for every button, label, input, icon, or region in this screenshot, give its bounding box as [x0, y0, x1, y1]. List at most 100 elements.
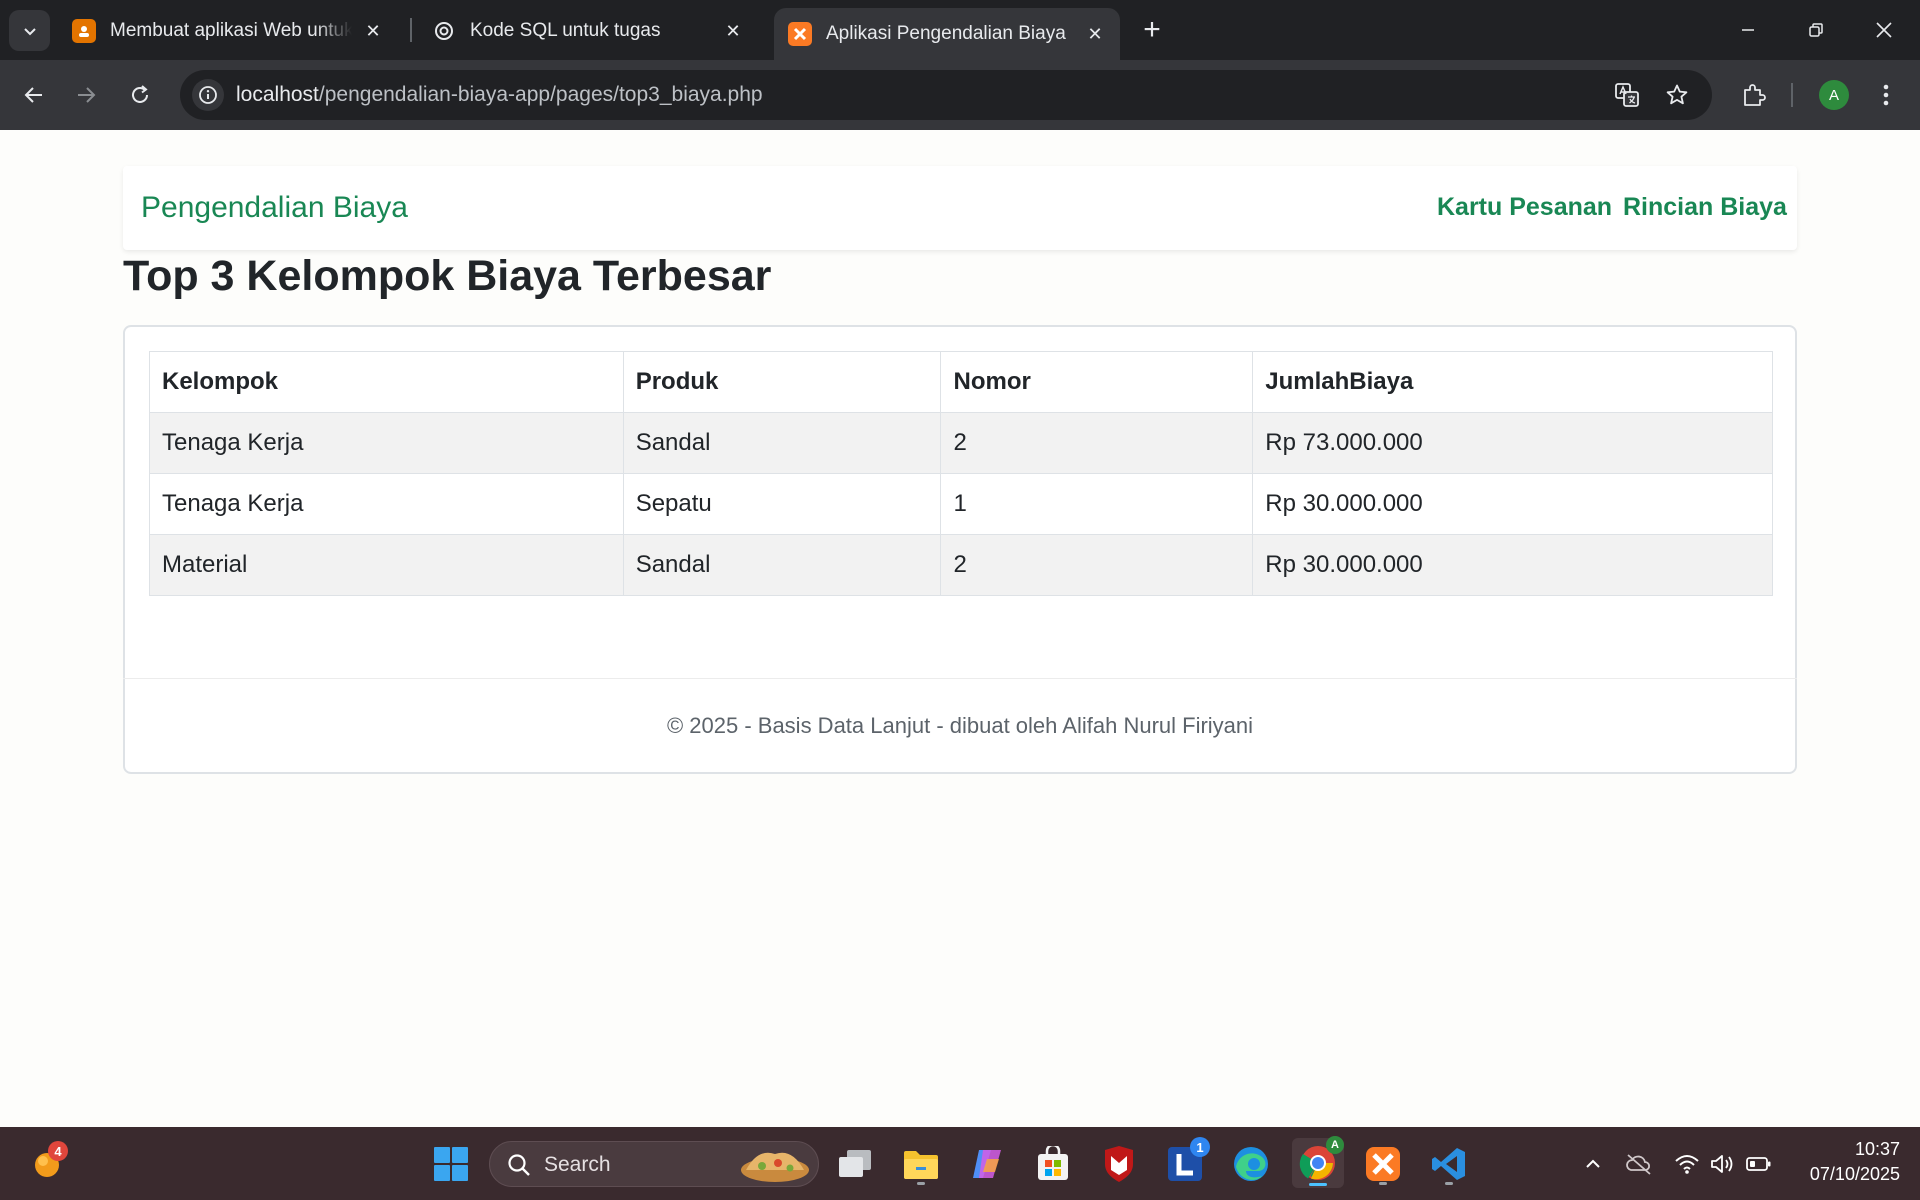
- close-window-button[interactable]: [1850, 0, 1918, 60]
- tab-membuat-aplikasi[interactable]: Membuat aplikasi Web untuk P ✕: [58, 8, 398, 54]
- lumi-badge: 1: [1190, 1137, 1210, 1157]
- tab-search-button[interactable]: [9, 10, 50, 51]
- cell-produk: Sandal: [622, 534, 942, 596]
- tab-aplikasi-pengendalian[interactable]: Aplikasi Pengendalian Biaya ✕: [774, 8, 1120, 60]
- battery-icon[interactable]: [1744, 1149, 1774, 1179]
- site-info-icon[interactable]: [192, 79, 224, 111]
- close-tab-icon[interactable]: ✕: [362, 20, 384, 42]
- lumi-app-button[interactable]: 1: [1162, 1137, 1210, 1187]
- xampp-icon: [788, 22, 812, 46]
- copilot-button[interactable]: [964, 1141, 1010, 1187]
- tab-title: Aplikasi Pengendalian Biaya: [826, 23, 1066, 44]
- column-header-jumlah-biaya: JumlahBiaya: [1252, 351, 1773, 413]
- url-host: localhost: [236, 83, 319, 106]
- address-bar[interactable]: localhost/pengendalian-biaya-app/pages/t…: [180, 70, 1712, 120]
- toolbar-separator: [1791, 83, 1793, 107]
- start-button[interactable]: [428, 1141, 474, 1187]
- page-content: Pengendalian Biaya Kartu Pesanan Rincian…: [0, 130, 1920, 1126]
- profile-avatar[interactable]: A: [1819, 80, 1849, 110]
- arrow-left-icon: [24, 87, 42, 103]
- nav-link-kartu-pesanan[interactable]: Kartu Pesanan: [1437, 193, 1612, 222]
- chatgpt-icon: [432, 19, 456, 43]
- widgets-badge: 4: [48, 1141, 68, 1161]
- url-path: /pengendalian-biaya-app/pages/top3_biaya…: [318, 83, 763, 106]
- table-row: Tenaga Kerja Sandal 2 Rp 73.000.000: [149, 412, 1773, 474]
- clock-time: 10:37: [1854, 1139, 1900, 1159]
- tab-kode-sql[interactable]: Kode SQL untuk tugas ✕: [418, 8, 758, 54]
- running-indicator: [917, 1182, 925, 1185]
- show-hidden-icons-button[interactable]: [1578, 1149, 1608, 1179]
- cell-jumlah-biaya: Rp 30.000.000: [1252, 473, 1773, 535]
- vscode-icon: [1432, 1148, 1465, 1180]
- chevron-up-icon: [1586, 1159, 1600, 1168]
- page-footer: © 2025 - Basis Data Lanjut - dibuat oleh…: [666, 713, 1254, 738]
- taskbar-clock[interactable]: 10:37 07/10/2025: [1798, 1137, 1900, 1187]
- reload-button[interactable]: [120, 75, 160, 115]
- copilot-icon: [973, 1150, 1001, 1178]
- table-row: Tenaga Kerja Sepatu 1 Rp 30.000.000: [149, 473, 1773, 535]
- new-tab-button[interactable]: +: [1136, 13, 1168, 46]
- table-header-row: Kelompok Produk Nomor JumlahBiaya: [149, 351, 1773, 413]
- extensions-icon[interactable]: [1736, 77, 1772, 113]
- navbar-brand[interactable]: Pengendalian Biaya: [141, 191, 408, 225]
- close-tab-icon[interactable]: ✕: [722, 20, 744, 42]
- url-text[interactable]: localhost/pengendalian-biaya-app/pages/t…: [236, 83, 763, 107]
- back-button[interactable]: [14, 75, 54, 115]
- browser-tab-strip: Membuat aplikasi Web untuk P ✕ Kode SQL …: [0, 0, 1920, 60]
- volume-icon[interactable]: [1708, 1149, 1738, 1179]
- chrome-profile-badge: A: [1326, 1136, 1344, 1154]
- classroom-icon: [72, 19, 96, 43]
- tab-title: Kode SQL untuk tugas: [470, 20, 661, 41]
- table-row: Material Sandal 2 Rp 30.000.000: [149, 534, 1773, 596]
- task-view-icon: [839, 1150, 871, 1177]
- cell-jumlah-biaya: Rp 73.000.000: [1252, 412, 1773, 474]
- windows-logo-icon: [434, 1147, 468, 1181]
- vscode-button[interactable]: [1426, 1141, 1472, 1187]
- minimize-button[interactable]: [1714, 0, 1782, 60]
- cell-nomor: 2: [940, 534, 1254, 596]
- minimize-icon: [1742, 29, 1754, 31]
- table-card: Kelompok Produk Nomor JumlahBiaya Tenaga…: [123, 325, 1797, 774]
- file-explorer-button[interactable]: [898, 1141, 944, 1187]
- search-highlight-icon: [741, 1152, 809, 1182]
- onedrive-icon[interactable]: [1624, 1149, 1654, 1179]
- restore-icon: [1809, 23, 1823, 37]
- chevron-down-icon: [23, 27, 36, 35]
- folder-icon: [904, 1151, 938, 1179]
- close-icon: [1876, 22, 1892, 38]
- bookmark-star-icon[interactable]: [1662, 80, 1692, 110]
- clock-date: 07/10/2025: [1809, 1164, 1900, 1184]
- restore-button[interactable]: [1782, 0, 1850, 60]
- widgets-button[interactable]: 4: [24, 1141, 70, 1187]
- column-header-produk: Produk: [622, 351, 942, 413]
- edge-button[interactable]: [1228, 1141, 1274, 1187]
- cell-kelompok: Tenaga Kerja: [149, 473, 624, 535]
- column-header-nomor: Nomor: [940, 351, 1254, 413]
- tab-separator: [410, 18, 412, 42]
- running-indicator: [1379, 1182, 1387, 1185]
- cell-produk: Sandal: [622, 412, 942, 474]
- arrow-right-icon: [78, 87, 96, 103]
- microsoft-store-button[interactable]: [1030, 1141, 1076, 1187]
- xampp-button[interactable]: [1360, 1141, 1406, 1187]
- store-icon: [1038, 1146, 1068, 1180]
- cell-produk: Sepatu: [622, 473, 942, 535]
- chrome-button[interactable]: A: [1292, 1136, 1344, 1188]
- translate-icon[interactable]: [1612, 80, 1642, 110]
- mcafee-button[interactable]: [1096, 1141, 1142, 1187]
- nav-link-rincian-biaya[interactable]: Rincian Biaya: [1623, 193, 1787, 222]
- wifi-icon[interactable]: [1672, 1149, 1702, 1179]
- app-navbar: Pengendalian Biaya Kartu Pesanan Rincian…: [123, 166, 1797, 250]
- active-indicator: [1309, 1183, 1327, 1186]
- running-indicator: [1445, 1182, 1453, 1185]
- menu-kebab-icon[interactable]: [1868, 77, 1904, 113]
- edge-icon: [1234, 1147, 1268, 1181]
- close-tab-icon[interactable]: ✕: [1084, 23, 1106, 45]
- task-view-button[interactable]: [832, 1141, 878, 1187]
- cell-kelompok: Tenaga Kerja: [149, 412, 624, 474]
- reload-icon: [132, 85, 148, 103]
- column-header-kelompok: Kelompok: [149, 351, 624, 413]
- forward-button[interactable]: [66, 75, 106, 115]
- taskbar-search[interactable]: Search: [489, 1141, 819, 1187]
- tab-title: Membuat aplikasi Web untuk P: [110, 20, 352, 41]
